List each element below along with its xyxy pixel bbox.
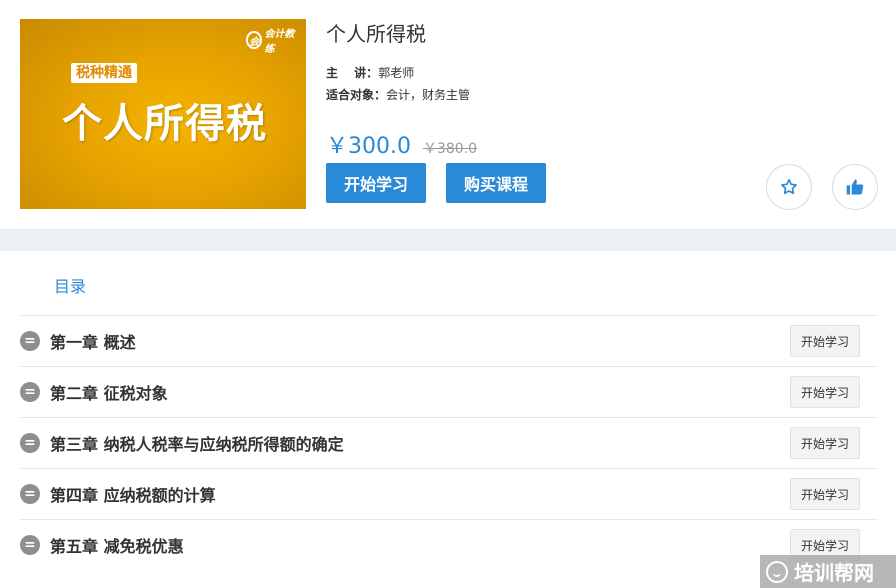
buy-course-button[interactable]: 购买课程 [446, 163, 546, 203]
chapter-title[interactable]: 第三章 纳税人税率与应纳税所得额的确定 [50, 431, 344, 455]
chapter-bullet-icon: = [20, 433, 40, 453]
brand-logo: 会 会计教练 [246, 29, 300, 55]
original-price: ￥380.0 [422, 141, 478, 157]
chapter-item: = 第一章 概述 开始学习 [20, 315, 878, 366]
chapter-item: = 第二章 征税对象 开始学习 [20, 366, 878, 417]
star-icon [781, 179, 797, 195]
watermark-text: 培训帮网 [794, 561, 874, 585]
favorite-button[interactable] [766, 164, 812, 210]
cover-tag: 税种精通 [71, 63, 137, 83]
chapter-bullet-icon: = [20, 484, 40, 504]
chapter-list: = 第一章 概述 开始学习 = 第二章 征税对象 开始学习 = 第三章 纳税人税… [20, 315, 878, 570]
chapter-item: = 第四章 应纳税额的计算 开始学习 [20, 468, 878, 519]
price-row: ￥300.0 ￥380.0 [326, 128, 477, 160]
start-learning-button[interactable]: 开始学习 [326, 163, 426, 203]
lecturer-label: 主 讲： [326, 66, 379, 80]
audience-row: 适合对象：会计，财务主管 [326, 84, 470, 106]
chapter-title[interactable]: 第五章 减免税优惠 [50, 533, 184, 557]
course-header: 会 会计教练 税种精通 个人所得税 个人所得税 主 讲：郭老师 适合对象：会计，… [0, 0, 896, 229]
current-price: ￥300.0 [326, 134, 411, 159]
chapter-bullet-icon: = [20, 331, 40, 351]
audience-value: 会计，财务主管 [386, 88, 471, 102]
catalog-section: 目录 = 第一章 概述 开始学习 = 第二章 征税对象 开始学习 = 第三章 纳… [0, 251, 896, 588]
brand-logo-icon: 会 [246, 31, 263, 49]
section-divider [0, 229, 896, 251]
lecturer-row: 主 讲：郭老师 [326, 62, 414, 84]
chapter-start-button[interactable]: 开始学习 [790, 427, 860, 459]
brand-logo-text: 会计教练 [264, 29, 295, 55]
chapter-bullet-icon: = [20, 382, 40, 402]
smile-icon [766, 560, 788, 583]
chapter-title[interactable]: 第二章 征税对象 [50, 380, 168, 404]
chapter-start-button[interactable]: 开始学习 [790, 325, 860, 357]
course-cover-image[interactable]: 会 会计教练 税种精通 个人所得税 [20, 19, 306, 209]
thumbs-up-icon [846, 179, 864, 195]
lecturer-name: 郭老师 [378, 66, 415, 80]
chapter-start-button[interactable]: 开始学习 [790, 478, 860, 510]
course-info: 个人所得税 主 讲：郭老师 适合对象：会计，财务主管 ￥300.0 ￥380.0… [326, 20, 886, 203]
course-title: 个人所得税 [326, 22, 426, 46]
like-button[interactable] [832, 164, 878, 210]
catalog-title: 目录 [54, 277, 87, 296]
site-watermark: 培训帮网 [760, 555, 896, 588]
chapter-title[interactable]: 第四章 应纳税额的计算 [50, 482, 216, 506]
cover-title: 个人所得税 [62, 101, 267, 147]
chapter-start-button[interactable]: 开始学习 [790, 376, 860, 408]
chapter-item: = 第三章 纳税人税率与应纳税所得额的确定 开始学习 [20, 417, 878, 468]
audience-label: 适合对象： [326, 88, 387, 102]
chapter-bullet-icon: = [20, 535, 40, 555]
chapter-title[interactable]: 第一章 概述 [50, 329, 136, 353]
chapter-item: = 第五章 减免税优惠 开始学习 [20, 519, 878, 570]
